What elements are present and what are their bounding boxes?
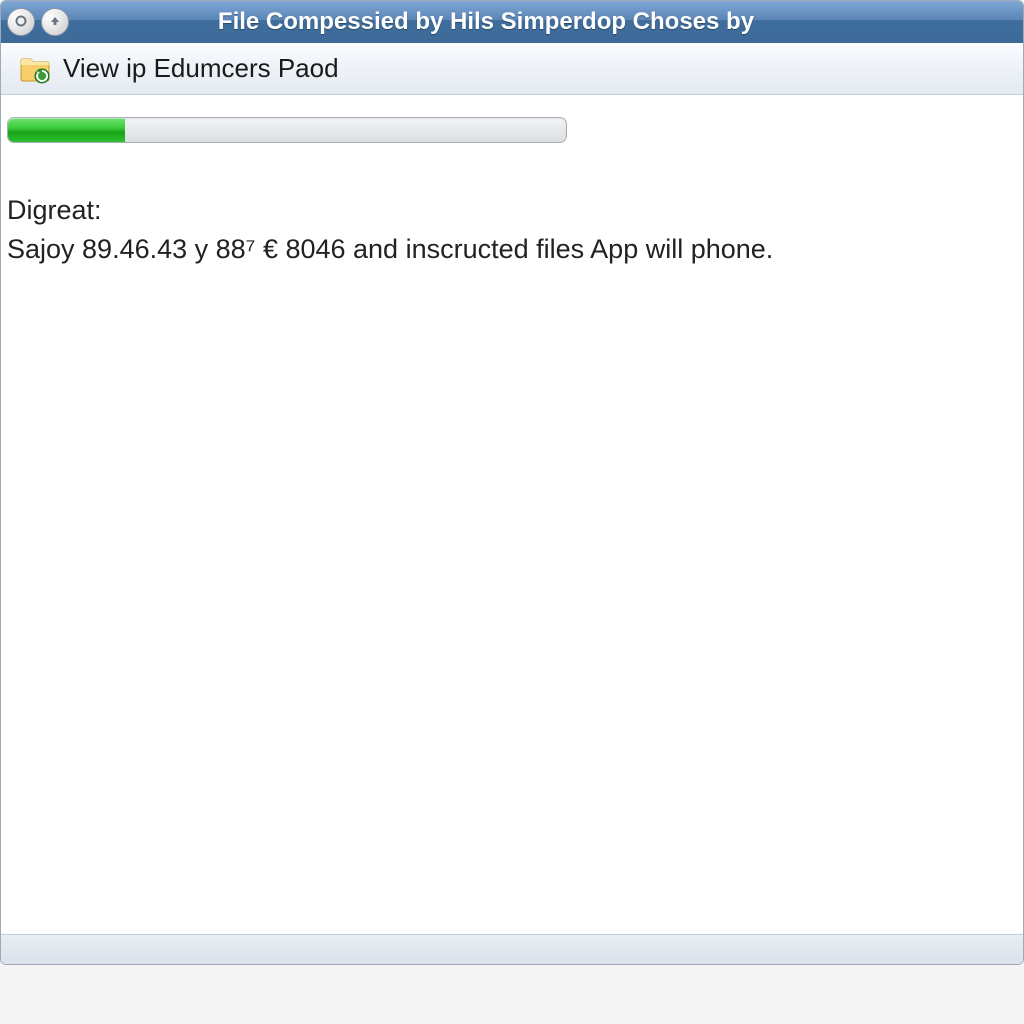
- bottom-bar: [1, 934, 1023, 964]
- progress-bar-fill: [8, 118, 125, 142]
- folder-refresh-icon[interactable]: [19, 54, 51, 84]
- status-message: Digreat: Sajoy 89.46.43 y 88⁷ € 8046 and…: [7, 191, 1017, 269]
- status-heading: Digreat:: [7, 191, 997, 230]
- titlebar-button-1[interactable]: [7, 8, 35, 36]
- titlebar-button-2[interactable]: [41, 8, 69, 36]
- titlebar[interactable]: File Compessied by Hils Simperdop Choses…: [1, 1, 1023, 43]
- app-window: File Compessied by Hils Simperdop Choses…: [0, 0, 1024, 965]
- status-body: Sajoy 89.46.43 y 88⁷ € 8046 and inscruct…: [7, 230, 997, 269]
- content-area: Digreat: Sajoy 89.46.43 y 88⁷ € 8046 and…: [1, 95, 1023, 934]
- toolbar: View ip Edumcers Paod: [1, 43, 1023, 95]
- toolbar-label[interactable]: View ip Edumcers Paod: [63, 53, 339, 84]
- circle-icon: [14, 14, 28, 31]
- progress-bar: [7, 117, 567, 143]
- arrow-up-icon: [48, 14, 62, 31]
- window-title: File Compessied by Hils Simperdop Choses…: [9, 8, 1023, 36]
- titlebar-buttons: [7, 8, 69, 36]
